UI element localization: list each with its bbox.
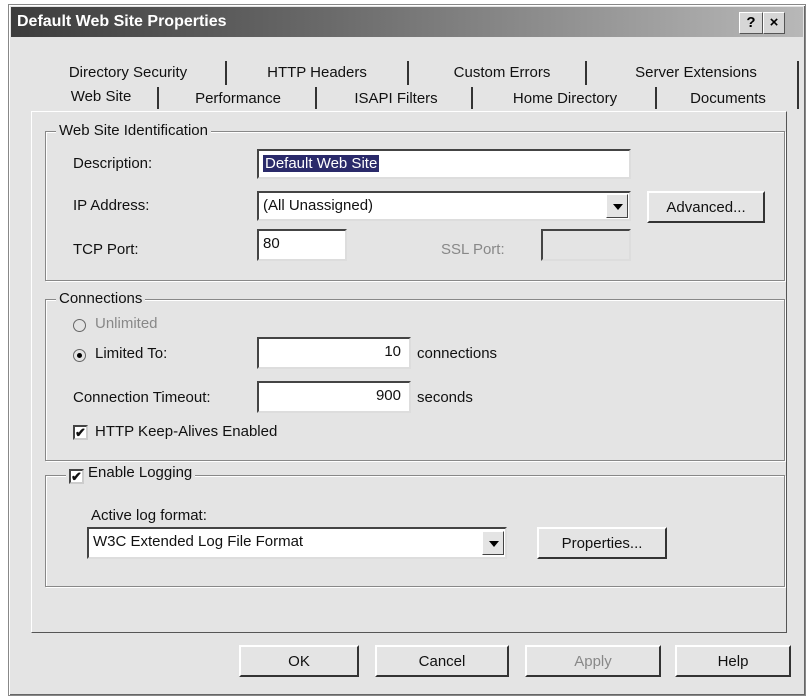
- connections-legend: Connections: [56, 290, 146, 307]
- description-value: Default Web Site: [263, 155, 380, 172]
- ok-button[interactable]: OK: [239, 645, 359, 677]
- cancel-button[interactable]: Cancel: [375, 645, 509, 677]
- advanced-button[interactable]: Advanced...: [647, 191, 765, 223]
- timeout-field[interactable]: 900: [257, 381, 411, 413]
- log-format-dropdown[interactable]: W3C Extended Log File Format: [87, 527, 507, 559]
- close-button[interactable]: ×: [763, 12, 785, 34]
- tab-divider: [315, 87, 317, 109]
- tab-web-site[interactable]: Web Site: [49, 83, 153, 111]
- tab-divider: [585, 61, 587, 85]
- tab-divider: [225, 61, 227, 85]
- tab-isapi-filters[interactable]: ISAPI Filters: [331, 85, 461, 113]
- tab-documents[interactable]: Documents: [669, 85, 787, 113]
- keepalive-checkbox[interactable]: ✔: [73, 425, 88, 440]
- tab-divider: [471, 87, 473, 109]
- tab-home-directory[interactable]: Home Directory: [485, 85, 645, 113]
- log-properties-button[interactable]: Properties...: [537, 527, 667, 559]
- unlimited-radio[interactable]: [73, 319, 86, 332]
- log-format-label: Active log format:: [91, 507, 207, 524]
- ip-address-dropdown[interactable]: (All Unassigned): [257, 191, 631, 221]
- window-title: Default Web Site Properties: [17, 13, 227, 30]
- timeout-label: Connection Timeout:: [73, 389, 211, 406]
- limited-label: Limited To:: [95, 345, 168, 362]
- logging-legend: Enable Logging: [66, 464, 196, 481]
- apply-button[interactable]: Apply: [525, 645, 661, 677]
- help-title-button[interactable]: ?: [739, 12, 763, 34]
- ssl-port-field[interactable]: [541, 229, 631, 261]
- chevron-down-icon[interactable]: [606, 194, 628, 218]
- tab-divider: [655, 87, 657, 109]
- identification-legend: Web Site Identification: [56, 122, 211, 139]
- unlimited-label: Unlimited: [95, 315, 158, 332]
- properties-dialog: Default Web Site Properties ? × Director…: [8, 4, 806, 696]
- tab-performance[interactable]: Performance: [173, 85, 303, 113]
- tab-divider: [797, 61, 799, 109]
- chevron-down-icon[interactable]: [482, 531, 504, 555]
- limited-connections-field[interactable]: 10: [257, 337, 411, 369]
- connections-unit: connections: [417, 345, 498, 362]
- ssl-port-label: SSL Port:: [441, 241, 505, 258]
- keepalive-label: HTTP Keep-Alives Enabled: [95, 423, 278, 440]
- tcp-port-label: TCP Port:: [73, 241, 139, 258]
- ip-address-label: IP Address:: [73, 197, 150, 214]
- help-button[interactable]: Help: [675, 645, 791, 677]
- ip-address-value: (All Unassigned): [263, 197, 374, 214]
- tab-server-extensions[interactable]: Server Extensions: [607, 59, 785, 87]
- timeout-unit: seconds: [417, 389, 473, 406]
- limited-radio[interactable]: [73, 349, 86, 362]
- tab-custom-errors[interactable]: Custom Errors: [431, 59, 573, 87]
- description-label: Description:: [73, 155, 153, 172]
- log-format-value: W3C Extended Log File Format: [93, 533, 304, 550]
- tcp-port-field[interactable]: 80: [257, 229, 347, 261]
- enable-logging-checkbox[interactable]: ✔: [69, 469, 84, 484]
- tab-divider: [157, 87, 159, 109]
- description-field[interactable]: Default Web Site: [257, 149, 631, 179]
- tab-divider: [407, 61, 409, 85]
- tab-http-headers[interactable]: HTTP Headers: [247, 59, 387, 87]
- title-bar[interactable]: Default Web Site Properties ? ×: [11, 7, 803, 37]
